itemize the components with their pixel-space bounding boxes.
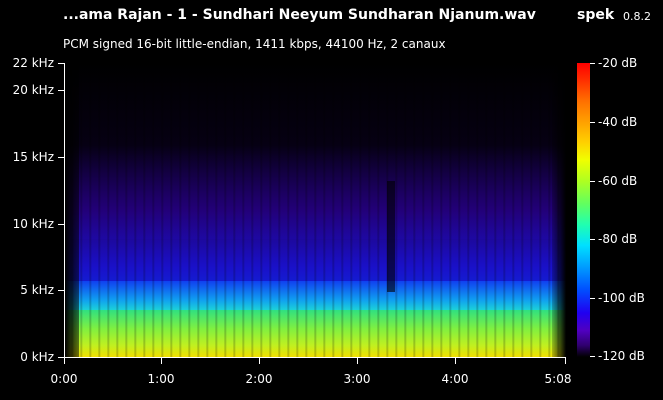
- file-title: ...ama Rajan - 1 - Sundhari Neeyum Sundh…: [63, 7, 536, 23]
- cbar-label-minus120: -120 dB: [598, 349, 645, 363]
- x-label-2-00: 2:00: [245, 372, 273, 386]
- app-version: 0.8.2: [623, 10, 651, 23]
- audio-info: PCM signed 16-bit little-endian, 1411 kb…: [63, 37, 446, 51]
- x-tick-2-00: [259, 358, 260, 364]
- x-tick-0-00: [64, 358, 65, 364]
- cbar-tick-minus20: [590, 63, 595, 64]
- y-label-10khz: 10 kHz: [12, 217, 54, 231]
- cbar-label-minus60: -60 dB: [598, 174, 638, 188]
- cbar-label-minus40: -40 dB: [598, 115, 638, 129]
- spectrogram: [64, 63, 566, 358]
- x-label-0-00: 0:00: [50, 372, 78, 386]
- spectrogram-fade-start: [65, 63, 79, 357]
- y-tick-22khz: [58, 63, 64, 64]
- y-label-5khz: 5 kHz: [20, 283, 54, 297]
- y-tick-20khz: [58, 90, 64, 91]
- cbar-tick-minus40: [590, 122, 595, 123]
- cbar-tick-minus100: [590, 298, 595, 299]
- cbar-tick-minus60: [590, 181, 595, 182]
- cbar-label-minus100: -100 dB: [598, 291, 645, 305]
- spectrogram-fade-end: [552, 63, 566, 357]
- y-tick-15khz: [58, 157, 64, 158]
- cbar-tick-minus80: [590, 239, 595, 240]
- y-label-15khz: 15 kHz: [12, 150, 54, 164]
- y-label-20khz: 20 kHz: [12, 83, 54, 97]
- cbar-label-minus80: -80 dB: [598, 232, 638, 246]
- cbar-tick-minus120: [590, 356, 595, 357]
- spectrogram-quiet-gap: [387, 180, 395, 293]
- cbar-label-minus20: -20 dB: [598, 56, 638, 70]
- y-label-0khz: 0 kHz: [20, 350, 54, 364]
- x-label-4-00: 4:00: [441, 372, 469, 386]
- spectrogram-texture: [65, 63, 566, 357]
- x-tick-3-00: [357, 358, 358, 364]
- y-label-22khz: 22 kHz: [12, 56, 54, 70]
- x-label-1-00: 1:00: [147, 372, 175, 386]
- x-tick-1-00: [161, 358, 162, 364]
- y-tick-10khz: [58, 224, 64, 225]
- x-label-5-08: 5:08: [544, 372, 572, 386]
- colorbar: [577, 63, 590, 357]
- app-name: spek: [577, 7, 615, 23]
- x-tick-4-00: [455, 358, 456, 364]
- x-label-3-00: 3:00: [343, 372, 371, 386]
- x-tick-5-08: [565, 358, 566, 364]
- y-tick-5khz: [58, 290, 64, 291]
